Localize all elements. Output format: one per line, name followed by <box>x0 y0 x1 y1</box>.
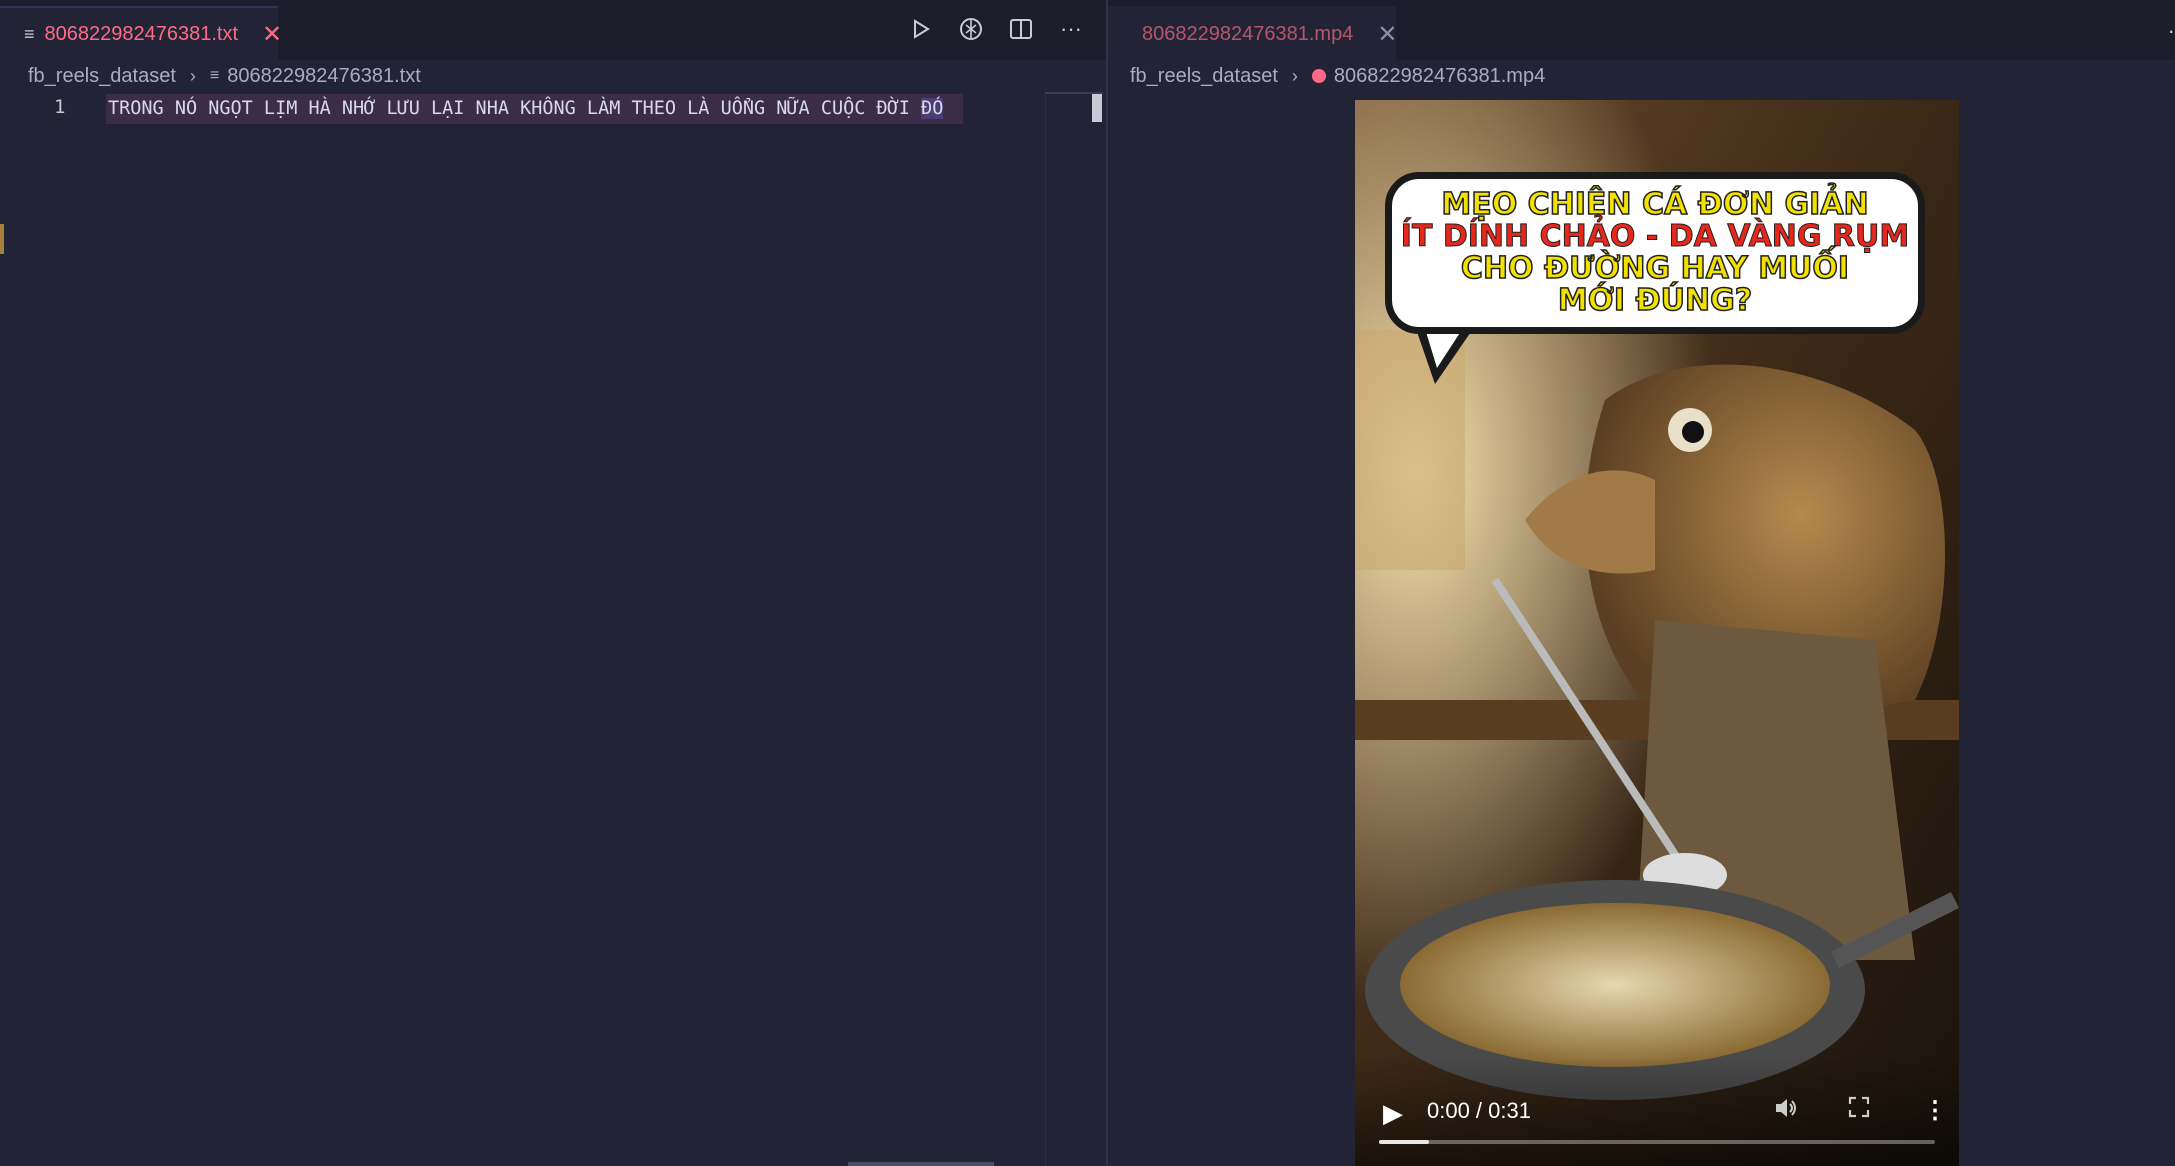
tab-text-file[interactable]: ≡ 806822982476381.txt ✕ <box>0 6 282 60</box>
video-controls: ▶ 0:00 / 0:31 ⋮ <box>1355 1056 1959 1166</box>
speech-bubble-caption: MẸO CHIÊN CÁ ĐƠN GIẢN ÍT DÍNH CHẢO - DA … <box>1385 172 1925 334</box>
breadcrumb: fb_reels_dataset › 806822982476381.mp4 <box>1108 60 2175 92</box>
tab-label: 806822982476381.mp4 <box>1142 22 1354 45</box>
minimap-border <box>1045 92 1046 1166</box>
line-number: 1 <box>54 96 66 118</box>
tab-label: 806822982476381.txt <box>44 22 239 45</box>
right-tab-bar: 806822982476381.mp4 ✕ · <box>1108 0 2175 60</box>
breadcrumb-folder[interactable]: fb_reels_dataset <box>1130 65 1278 88</box>
scrollbar-thumb[interactable] <box>1092 94 1102 122</box>
selected-text: ĐÓ <box>921 98 944 119</box>
tab-video-file[interactable]: 806822982476381.mp4 ✕ <box>1108 6 1397 60</box>
play-icon[interactable]: ▶ <box>1383 1098 1403 1129</box>
caption-line-3: CHO ĐƯỜNG HAY MUỐI <box>1460 251 1850 286</box>
text-file-icon: ≡ <box>24 23 35 44</box>
more-actions-icon[interactable]: ··· <box>1056 14 1086 44</box>
gutter-change-marker <box>0 224 4 254</box>
progress-bar[interactable] <box>1379 1140 1935 1144</box>
breadcrumb-file[interactable]: 806822982476381.mp4 <box>1334 65 1545 88</box>
caption-line-1: MẸO CHIÊN CÁ ĐƠN GIẢN <box>1441 187 1870 222</box>
more-options-icon[interactable]: ⋮ <box>1923 1096 1947 1125</box>
volume-icon[interactable] <box>1773 1096 1799 1127</box>
text-editor[interactable]: 1 TRONG NÓ NGỌT LỊM HÀ NHỚ LƯU LẠI NHA K… <box>0 92 1106 1166</box>
run-icon[interactable] <box>906 14 936 44</box>
chevron-right-icon: › <box>1291 65 1298 86</box>
caption-line-2: ÍT DÍNH CHẢO - DA VÀNG RỤM <box>1400 219 1910 254</box>
breadcrumb-file[interactable]: 806822982476381.txt <box>227 65 421 88</box>
breadcrumb-folder[interactable]: fb_reels_dataset <box>28 65 176 88</box>
fullscreen-icon[interactable] <box>1848 1096 1870 1125</box>
left-editor-pane: ≡ 806822982476381.txt ✕ ··· fb_reels_dat… <box>0 0 1106 1166</box>
video-file-icon <box>1311 69 1326 83</box>
more-actions-icon[interactable]: · <box>2168 18 2175 44</box>
progress-fill <box>1379 1140 1430 1144</box>
close-icon[interactable]: ✕ <box>1377 20 1397 49</box>
chevron-right-icon: › <box>189 65 196 86</box>
line-text: TRONG NÓ NGỌT LỊM HÀ NHỚ LƯU LẠI NHA KHÔ… <box>108 98 922 119</box>
left-tab-bar: ≡ 806822982476381.txt ✕ ··· <box>0 0 1106 60</box>
split-editor-icon[interactable] <box>1006 14 1036 44</box>
breadcrumb: fb_reels_dataset › ≡ 806822982476381.txt <box>0 60 1106 92</box>
copilot-icon[interactable] <box>956 14 986 44</box>
time-display: 0:00 / 0:31 <box>1427 1098 1531 1123</box>
horizontal-scrollbar[interactable] <box>848 1162 994 1166</box>
text-file-icon: ≡ <box>209 67 220 84</box>
caption-line-4: MỚI ĐÚNG? <box>1557 283 1753 318</box>
code-line[interactable]: TRONG NÓ NGỌT LỊM HÀ NHỚ LƯU LẠI NHA KHÔ… <box>106 94 964 124</box>
editor-toolbar: ··· <box>906 14 1086 44</box>
video-player[interactable]: MẸO CHIÊN CÁ ĐƠN GIẢN ÍT DÍNH CHẢO - DA … <box>1355 100 1959 1166</box>
close-icon[interactable]: ✕ <box>262 20 282 49</box>
